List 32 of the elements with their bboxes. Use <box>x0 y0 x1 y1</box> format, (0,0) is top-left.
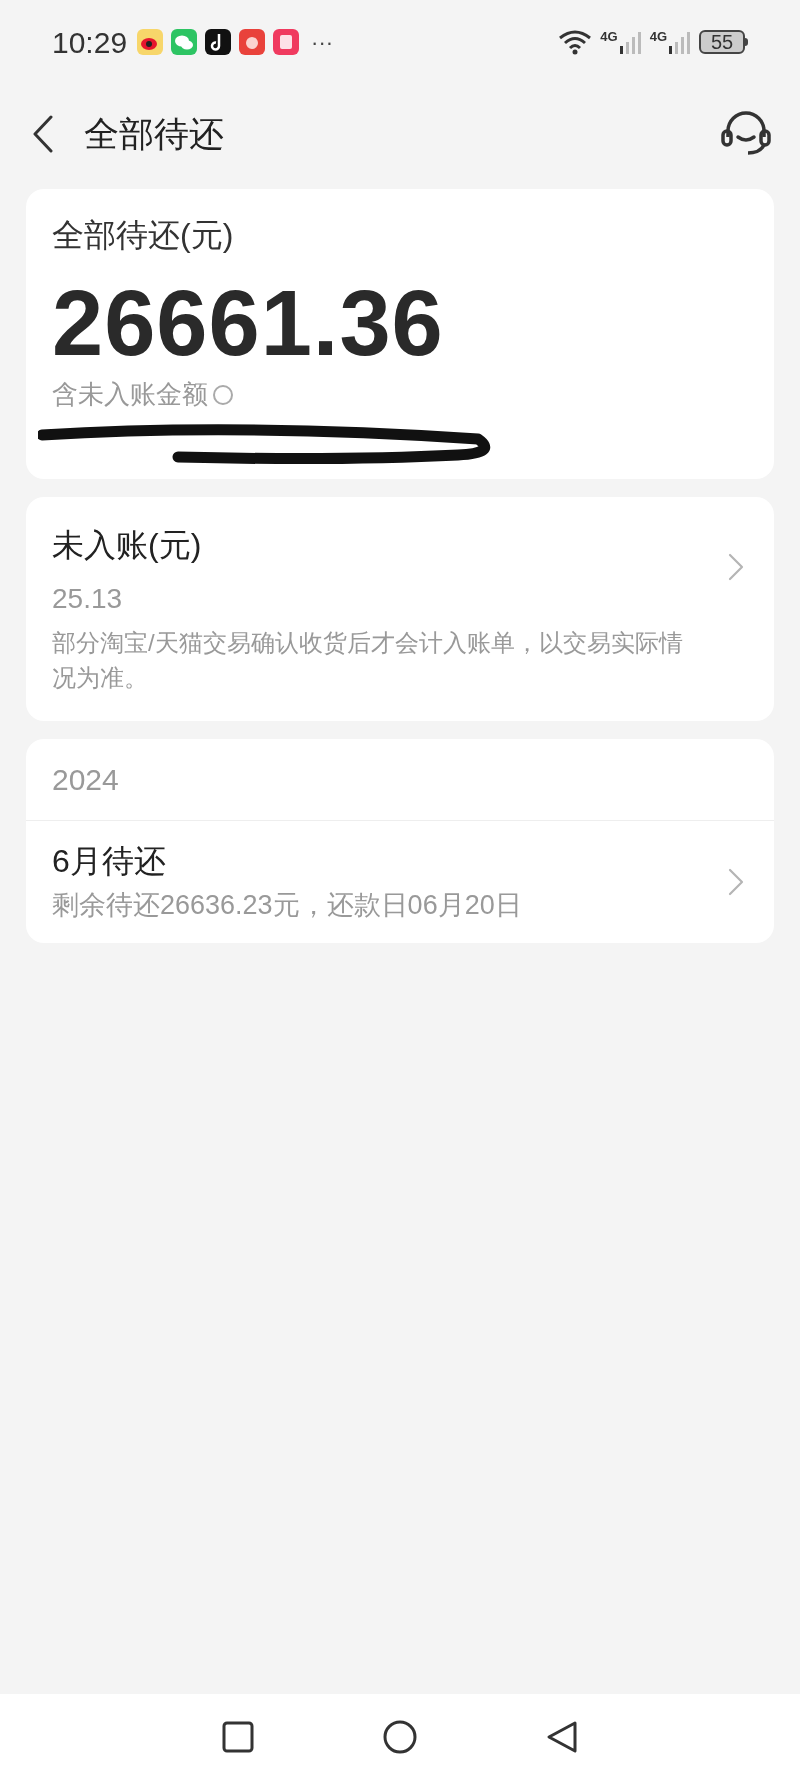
bill-title: 6月待还 <box>52 842 167 881</box>
pending-title: 未入账(元) <box>52 526 203 565</box>
chevron-right-icon <box>728 868 744 896</box>
total-label: 全部待还(元) <box>52 216 235 255</box>
app-icon <box>273 29 300 55</box>
info-icon <box>212 383 234 406</box>
pending-card[interactable]: 未入账(元) 25.13 部分淘宝/天猫交易确认收货后才会计入账单，以交易实际情况为准。 <box>26 497 774 721</box>
back-icon[interactable] <box>546 1720 578 1754</box>
network-type: 4G <box>600 30 618 43</box>
chevron-right-icon <box>728 553 744 581</box>
note-text: 含未入账金额 <box>52 378 208 411</box>
bill-detail: 剩余待还26636.23元，还款日06月20日 <box>52 889 523 922</box>
page-title: 全部待还 <box>84 112 224 155</box>
total-amount: 26661.36 <box>52 273 445 373</box>
app-icon <box>171 29 198 55</box>
more-notifications: ··· <box>311 28 334 57</box>
recents-icon[interactable] <box>222 1721 254 1753</box>
pending-amount: 25.13 <box>52 582 124 616</box>
app-icon <box>239 29 266 55</box>
pending-description: 部分淘宝/天猫交易确认收货后才会计入账单，以交易实际情况为准。 <box>52 628 684 693</box>
customer-service-button[interactable] <box>720 111 772 157</box>
year-label: 2024 <box>52 762 119 798</box>
home-icon[interactable] <box>382 1719 418 1755</box>
status-time: 10:29 <box>52 24 128 61</box>
app-icon <box>137 29 164 55</box>
signal-icon <box>619 30 642 54</box>
bill-row[interactable]: 6月待还 剩余待还26636.23元，还款日06月20日 <box>26 821 774 943</box>
wifi-icon <box>558 29 593 55</box>
app-icon <box>205 29 232 55</box>
battery-indicator: 55 <box>699 30 745 54</box>
network-type: 4G <box>649 30 667 43</box>
signal-icon <box>669 30 691 54</box>
